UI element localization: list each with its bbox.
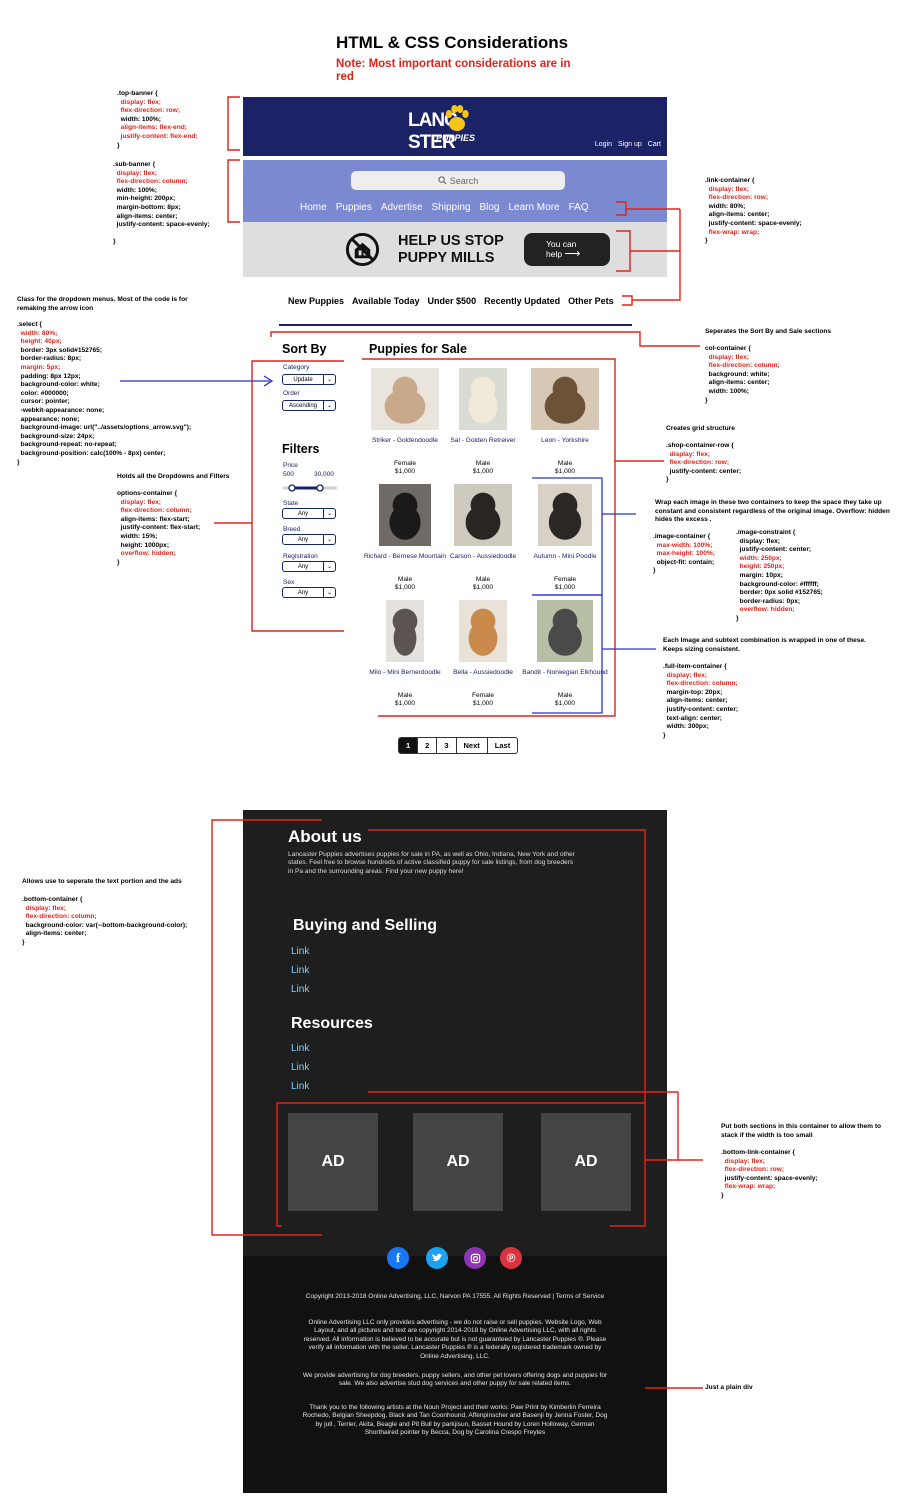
bracket-categories <box>622 295 633 306</box>
annotation-lines <box>120 96 703 1389</box>
bracket-bottom-container <box>211 819 322 1236</box>
bracket-full-item <box>532 594 603 714</box>
bracket-footer-text <box>368 829 646 1227</box>
bracket-ads <box>276 1102 645 1227</box>
bracket-image-container <box>532 477 603 596</box>
bracket-top-banner <box>227 96 240 151</box>
bracket-mills <box>616 230 631 272</box>
line-categories <box>632 209 681 301</box>
line-col-container <box>270 331 700 347</box>
bracket-sub-banner <box>227 159 240 223</box>
line-ads <box>645 1092 679 1161</box>
bracket-options <box>251 360 344 632</box>
bracket-link-row <box>616 201 627 216</box>
bracket-shop-grid <box>362 358 616 717</box>
